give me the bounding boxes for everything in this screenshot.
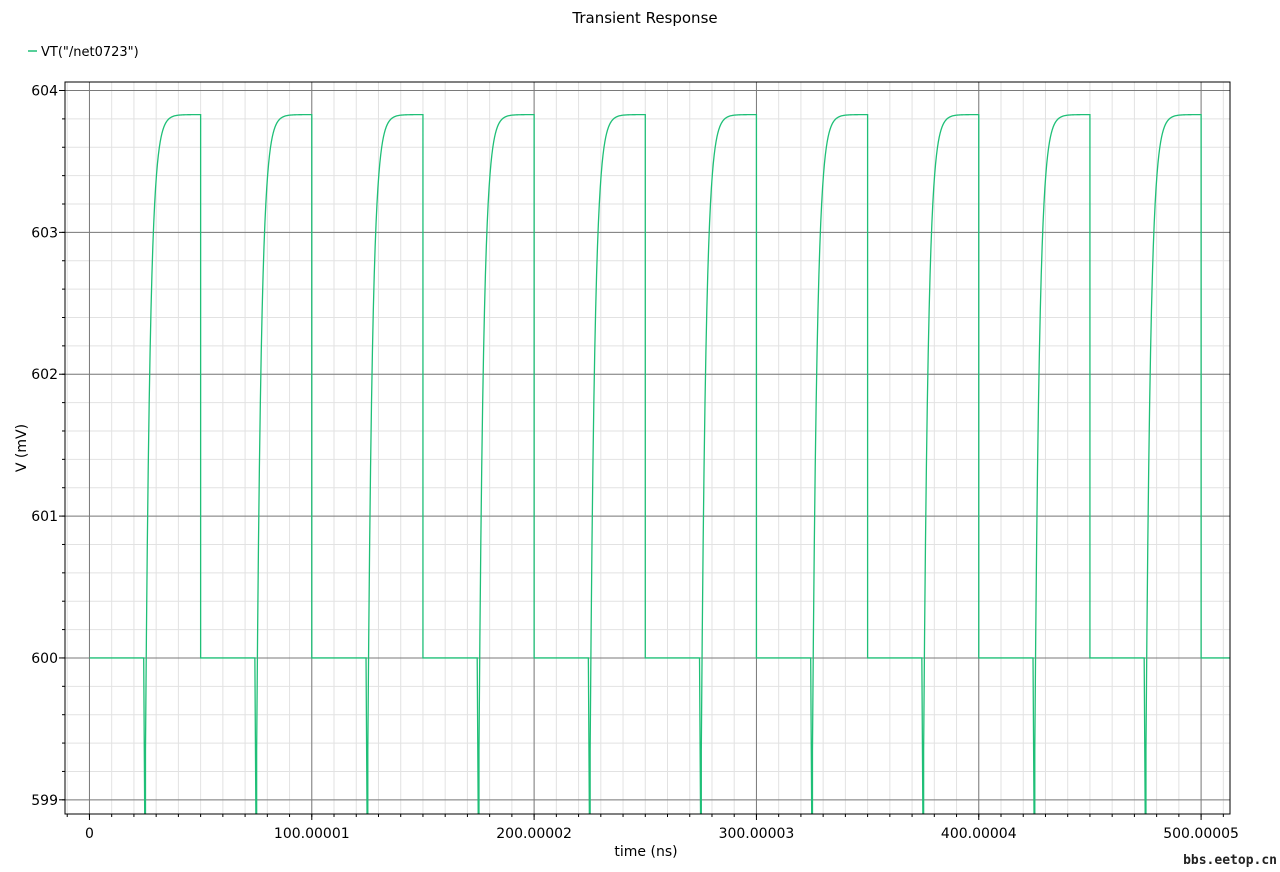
legend: VT("/net0723"): [28, 45, 139, 60]
x-tick-label: 500.00005: [1163, 826, 1239, 842]
y-tick-label: 602: [31, 367, 58, 383]
x-axis-label: time (ns): [614, 844, 677, 860]
y-tick-label: 604: [31, 84, 58, 100]
y-axis-label: V (mV): [14, 424, 30, 472]
y-tick-label: 600: [31, 651, 58, 667]
y-tick-label: 603: [31, 225, 58, 241]
watermark-text: bbs.eetop.cn: [1183, 853, 1277, 868]
y-tick-label: 601: [31, 509, 58, 525]
legend-label: VT("/net0723"): [41, 45, 139, 60]
x-axis-ticks: 0 100.00001 200.00002 300.00003 400.00004 500…: [66, 814, 1239, 842]
series-line-0: [89, 113, 1230, 814]
chart-title: Transient Response: [571, 9, 717, 27]
x-tick-label: 0: [85, 826, 94, 842]
major-grid: [65, 82, 1230, 814]
y-axis-ticks: 599 600 601 602 603 604: [31, 84, 65, 809]
transient-response-chart: Transient Response VT("/net0723") 599 600…: [14, 9, 1277, 868]
x-tick-label: 100.00001: [274, 826, 350, 842]
y-tick-label: 599: [31, 793, 58, 809]
series-layer: [89, 113, 1230, 814]
minor-grid: [65, 82, 1230, 814]
x-tick-label: 200.00002: [496, 826, 572, 842]
plot-frame: [64, 81, 1231, 815]
x-tick-label: 300.00003: [719, 826, 795, 842]
x-tick-label: 400.00004: [941, 826, 1017, 842]
